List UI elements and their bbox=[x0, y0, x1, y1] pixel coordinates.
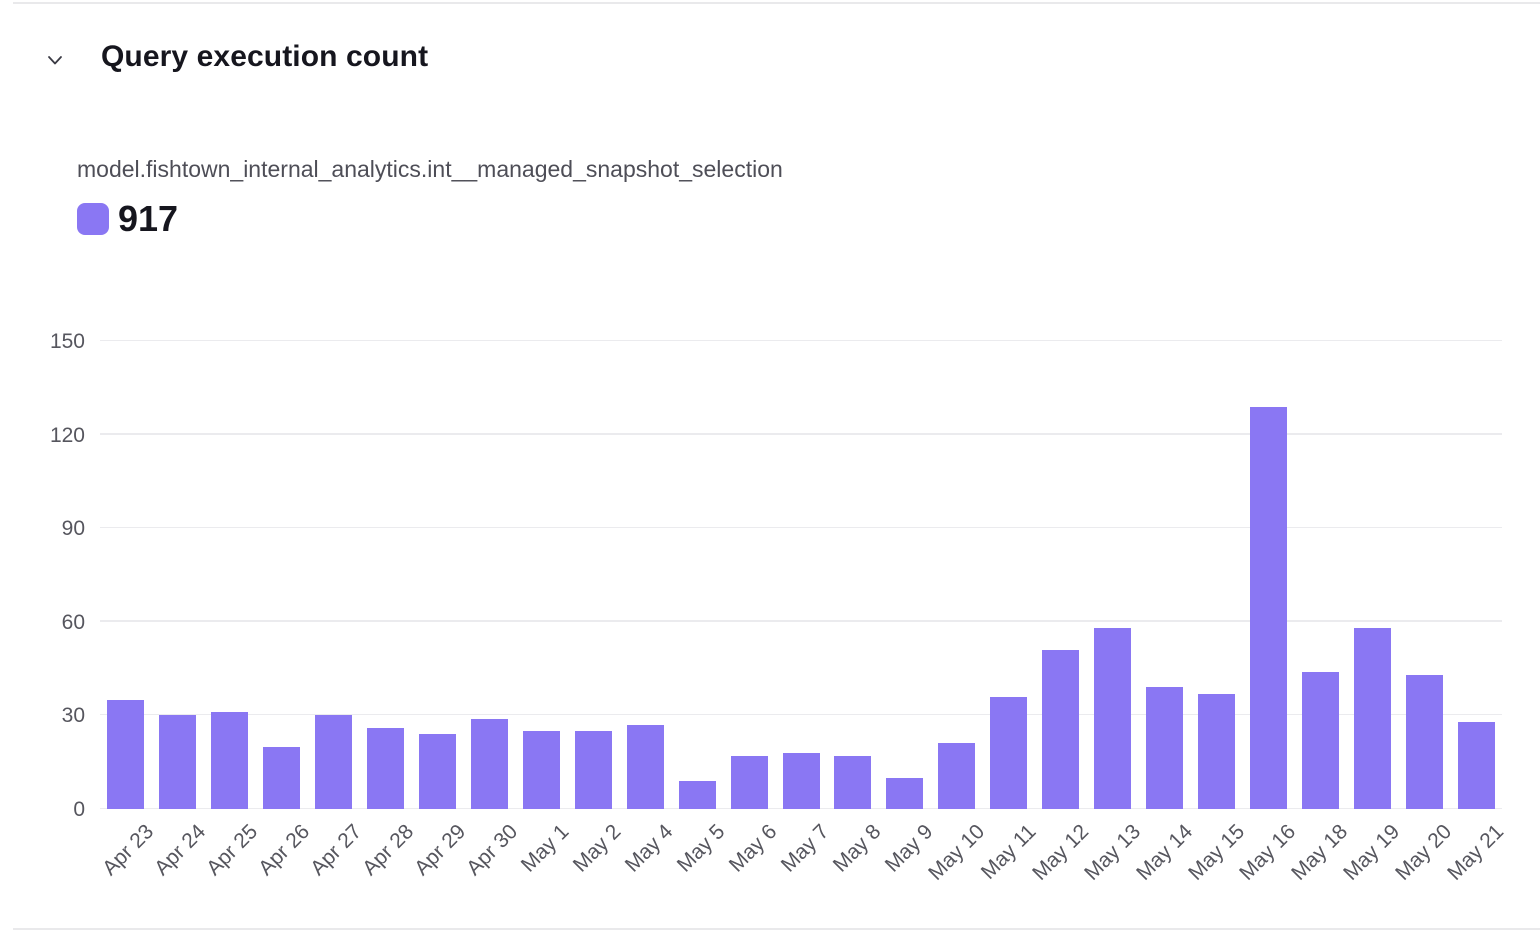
x-axis-tick-label: Apr 28 bbox=[358, 820, 419, 881]
bar-may-2[interactable] bbox=[575, 731, 612, 809]
x-axis-tick-label: May 1 bbox=[517, 820, 574, 877]
y-axis-tick-label: 0 bbox=[15, 798, 85, 822]
x-axis-tick-label: May 2 bbox=[569, 820, 626, 877]
bar-may-6[interactable] bbox=[731, 756, 768, 809]
x-axis-tick-label: May 12 bbox=[1028, 820, 1094, 886]
x-axis-tick-label: Apr 30 bbox=[462, 820, 523, 881]
x-axis-tick-label: May 8 bbox=[828, 820, 885, 877]
bar-may-21[interactable] bbox=[1458, 722, 1495, 809]
bar-apr-30[interactable] bbox=[471, 719, 508, 809]
bar-apr-27[interactable] bbox=[315, 715, 352, 809]
gridline-y-90 bbox=[100, 527, 1502, 529]
gridline-y-30 bbox=[100, 714, 1502, 716]
bar-may-1[interactable] bbox=[523, 731, 560, 809]
card-bottom-divider bbox=[13, 928, 1540, 930]
gridline-y-120 bbox=[100, 433, 1502, 435]
collapse-section-button[interactable] bbox=[42, 47, 68, 73]
x-axis-tick-label: Apr 26 bbox=[254, 820, 315, 881]
bar-may-20[interactable] bbox=[1406, 675, 1443, 809]
legend-total-value: 917 bbox=[118, 203, 178, 235]
bar-apr-28[interactable] bbox=[367, 728, 404, 809]
y-axis-tick-label: 30 bbox=[15, 704, 85, 728]
x-axis-tick-label: May 6 bbox=[725, 820, 782, 877]
x-axis-tick-label: May 7 bbox=[777, 820, 834, 877]
x-axis-tick-label: May 13 bbox=[1080, 820, 1146, 886]
card-header: Query execution count bbox=[0, 40, 1540, 76]
x-axis-tick-label: Apr 27 bbox=[306, 820, 367, 881]
y-axis-tick-label: 90 bbox=[15, 517, 85, 541]
x-axis-tick-label: Apr 24 bbox=[150, 820, 211, 881]
bar-may-10[interactable] bbox=[938, 743, 975, 809]
x-axis-tick-label: May 16 bbox=[1236, 820, 1302, 886]
chevron-down-icon bbox=[44, 49, 66, 71]
legend-item[interactable]: 917 bbox=[77, 202, 178, 236]
bar-chart-plot-area: 0306090120150Apr 23Apr 24Apr 25Apr 26Apr… bbox=[100, 341, 1502, 809]
y-axis-tick-label: 120 bbox=[15, 424, 85, 448]
x-axis-tick-label: May 4 bbox=[621, 820, 678, 877]
bar-may-4[interactable] bbox=[627, 725, 664, 809]
x-axis-tick-label: May 5 bbox=[673, 820, 730, 877]
page-title: Query execution count bbox=[101, 40, 428, 74]
x-axis-tick-label: Apr 29 bbox=[410, 820, 471, 881]
gridline-y-60 bbox=[100, 620, 1502, 622]
query-execution-count-card: Query execution count model.fishtown_int… bbox=[0, 0, 1540, 936]
x-axis-tick-label: Apr 23 bbox=[98, 820, 159, 881]
bar-may-9[interactable] bbox=[886, 778, 923, 809]
bar-may-12[interactable] bbox=[1042, 650, 1079, 809]
bar-may-11[interactable] bbox=[990, 697, 1027, 809]
bar-apr-26[interactable] bbox=[263, 747, 300, 809]
x-axis-tick-label: May 21 bbox=[1443, 820, 1509, 886]
bar-may-8[interactable] bbox=[834, 756, 871, 809]
y-axis-tick-label: 150 bbox=[15, 330, 85, 354]
gridline-y-150 bbox=[100, 340, 1502, 342]
bar-may-19[interactable] bbox=[1354, 628, 1391, 809]
bar-apr-29[interactable] bbox=[419, 734, 456, 809]
y-axis-tick-label: 60 bbox=[15, 611, 85, 635]
bar-apr-25[interactable] bbox=[211, 712, 248, 809]
x-axis-tick-label: May 19 bbox=[1339, 820, 1405, 886]
bar-may-16[interactable] bbox=[1250, 407, 1287, 809]
x-axis-tick-label: May 14 bbox=[1132, 820, 1198, 886]
bar-may-15[interactable] bbox=[1198, 694, 1235, 809]
x-axis-tick-label: May 18 bbox=[1288, 820, 1354, 886]
bar-may-18[interactable] bbox=[1302, 672, 1339, 809]
bar-may-7[interactable] bbox=[783, 753, 820, 809]
bar-apr-24[interactable] bbox=[159, 715, 196, 809]
legend-swatch bbox=[77, 203, 109, 235]
bar-may-13[interactable] bbox=[1094, 628, 1131, 809]
bar-may-14[interactable] bbox=[1146, 687, 1183, 809]
x-axis-tick-label: May 15 bbox=[1184, 820, 1250, 886]
series-label: model.fishtown_internal_analytics.int__m… bbox=[77, 156, 783, 183]
bar-may-5[interactable] bbox=[679, 781, 716, 809]
x-axis-tick-label: May 10 bbox=[924, 820, 990, 886]
card-top-divider bbox=[13, 2, 1540, 4]
bar-apr-23[interactable] bbox=[107, 700, 144, 809]
x-axis-tick-label: May 11 bbox=[977, 820, 1042, 885]
x-axis-tick-label: Apr 25 bbox=[202, 820, 263, 881]
x-axis-tick-label: May 20 bbox=[1391, 820, 1457, 886]
